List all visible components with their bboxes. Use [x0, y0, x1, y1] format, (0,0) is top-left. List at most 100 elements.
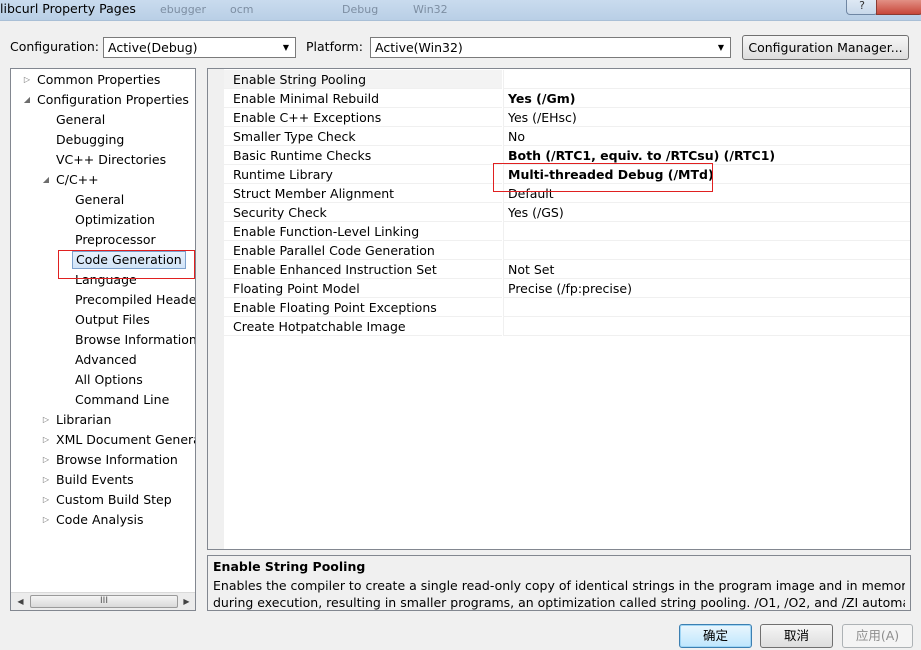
- tree-item-label: Output Files: [75, 312, 150, 327]
- property-value[interactable]: [503, 241, 910, 260]
- scroll-grip: III: [100, 596, 108, 606]
- close-button[interactable]: [876, 0, 921, 15]
- platform-label: Platform:: [306, 39, 363, 54]
- collapsed-arrow-icon[interactable]: ▷: [40, 430, 52, 450]
- scroll-thumb[interactable]: III: [30, 595, 178, 608]
- property-row[interactable]: Security Check Yes (/GS): [224, 203, 910, 222]
- property-grid[interactable]: Enable String Pooling Enable Minimal Rebu…: [207, 68, 911, 550]
- tree-item[interactable]: ◢ Configuration Properties: [11, 90, 195, 110]
- scroll-right-icon[interactable]: ▶: [178, 593, 195, 610]
- property-row[interactable]: Struct Member Alignment Default: [224, 184, 910, 203]
- background-tab: ebugger: [160, 3, 206, 16]
- tree-item[interactable]: Advanced: [11, 350, 195, 370]
- tree-item[interactable]: ▷ Code Analysis: [11, 510, 195, 530]
- property-value[interactable]: Yes (/GS): [503, 203, 910, 222]
- tree-item[interactable]: Precompiled Header: [11, 290, 195, 310]
- tree-item-label: Code Analysis: [56, 512, 144, 527]
- collapsed-arrow-icon[interactable]: ▷: [40, 510, 52, 530]
- property-row[interactable]: Enable Function-Level Linking: [224, 222, 910, 241]
- tree-item[interactable]: General: [11, 110, 195, 130]
- apply-button[interactable]: 应用(A): [842, 624, 913, 648]
- tree-item-label: XML Document Generator: [56, 432, 195, 447]
- property-row[interactable]: Runtime Library Multi-threaded Debug (/MT…: [224, 165, 910, 184]
- tree-item-label: Code Generation: [72, 251, 186, 269]
- dropdown-arrow-icon: ▼: [282, 43, 290, 52]
- tree-item[interactable]: VC++ Directories: [11, 150, 195, 170]
- property-value[interactable]: No: [503, 127, 910, 146]
- configuration-combo[interactable]: Active(Debug) ▼: [103, 37, 296, 58]
- expanded-arrow-icon[interactable]: ◢: [21, 90, 33, 110]
- tree-item-label: All Options: [75, 372, 143, 387]
- tree-item-label: Language: [75, 272, 137, 287]
- tree-item[interactable]: ▷ Librarian: [11, 410, 195, 430]
- tree-item-label: Configuration Properties: [37, 92, 189, 107]
- tree-item[interactable]: General: [11, 190, 195, 210]
- property-name: Enable C++ Exceptions: [224, 108, 502, 127]
- property-row[interactable]: Enable Floating Point Exceptions: [224, 298, 910, 317]
- tree-item-label: Command Line: [75, 392, 170, 407]
- property-row[interactable]: Enable Parallel Code Generation: [224, 241, 910, 260]
- property-row[interactable]: Basic Runtime Checks Both (/RTC1, equiv. …: [224, 146, 910, 165]
- tree-item[interactable]: Debugging: [11, 130, 195, 150]
- collapsed-arrow-icon[interactable]: ▷: [40, 410, 52, 430]
- help-button[interactable]: ?: [846, 0, 878, 15]
- property-name: Basic Runtime Checks: [224, 146, 502, 165]
- tree-item-label: Browse Information: [75, 332, 196, 347]
- tree-item-label: VC++ Directories: [56, 152, 167, 167]
- description-text: Enables the compiler to create a single …: [213, 577, 905, 610]
- tree-item[interactable]: Preprocessor: [11, 230, 195, 250]
- tree-item[interactable]: Optimization: [11, 210, 195, 230]
- tree-item[interactable]: ▷ Browse Information: [11, 450, 195, 470]
- property-name: Enable String Pooling: [224, 70, 502, 89]
- property-value[interactable]: Multi-threaded Debug (/MTd): [503, 165, 910, 184]
- tree-horizontal-scrollbar[interactable]: ◀ III ▶: [11, 592, 195, 610]
- property-value[interactable]: Not Set: [503, 260, 910, 279]
- property-value[interactable]: [503, 222, 910, 241]
- property-row[interactable]: Create Hotpatchable Image: [224, 317, 910, 336]
- property-name: Enable Function-Level Linking: [224, 222, 502, 241]
- tree-item[interactable]: ▷ Build Events: [11, 470, 195, 490]
- property-value[interactable]: Both (/RTC1, equiv. to /RTCsu) (/RTC1): [503, 146, 910, 165]
- property-name: Floating Point Model: [224, 279, 502, 298]
- property-value[interactable]: Yes (/Gm): [503, 89, 910, 108]
- property-value[interactable]: [503, 70, 910, 89]
- property-row[interactable]: Enable Enhanced Instruction Set Not Set: [224, 260, 910, 279]
- tree-item-label: Optimization: [75, 212, 155, 227]
- property-tree[interactable]: ▷ Common Properties ◢ Configuration Propert…: [10, 68, 196, 611]
- scroll-left-icon[interactable]: ◀: [12, 593, 29, 610]
- configuration-manager-button[interactable]: Configuration Manager...: [742, 35, 909, 60]
- collapsed-arrow-icon[interactable]: ▷: [21, 70, 33, 90]
- tree-item[interactable]: ▷ Custom Build Step: [11, 490, 195, 510]
- configuration-value: Active(Debug): [108, 40, 198, 55]
- tree-item[interactable]: Code Generation: [11, 250, 195, 270]
- tree-item[interactable]: Output Files: [11, 310, 195, 330]
- tree-item-label: Librarian: [56, 412, 112, 427]
- title-bar: libcurl Property Pages ebugger ocm Debug…: [0, 0, 921, 21]
- property-value[interactable]: [503, 317, 910, 336]
- property-row[interactable]: Floating Point Model Precise (/fp:precise…: [224, 279, 910, 298]
- property-value[interactable]: [503, 298, 910, 317]
- cancel-button[interactable]: 取消: [760, 624, 833, 648]
- window-title: libcurl Property Pages: [0, 1, 136, 16]
- property-value[interactable]: Default: [503, 184, 910, 203]
- collapsed-arrow-icon[interactable]: ▷: [40, 470, 52, 490]
- collapsed-arrow-icon[interactable]: ▷: [40, 490, 52, 510]
- property-row[interactable]: Enable String Pooling: [224, 70, 910, 89]
- tree-item[interactable]: Browse Information: [11, 330, 195, 350]
- tree-item[interactable]: ▷ XML Document Generator: [11, 430, 195, 450]
- property-row[interactable]: Enable C++ Exceptions Yes (/EHsc): [224, 108, 910, 127]
- platform-combo[interactable]: Active(Win32) ▼: [370, 37, 731, 58]
- property-row[interactable]: Enable Minimal Rebuild Yes (/Gm): [224, 89, 910, 108]
- property-value[interactable]: Yes (/EHsc): [503, 108, 910, 127]
- ok-button[interactable]: 确定: [679, 624, 752, 648]
- tree-item[interactable]: All Options: [11, 370, 195, 390]
- collapsed-arrow-icon[interactable]: ▷: [40, 450, 52, 470]
- tree-item[interactable]: ◢ C/C++: [11, 170, 195, 190]
- tree-item[interactable]: ▷ Common Properties: [11, 70, 195, 90]
- property-value[interactable]: Precise (/fp:precise): [503, 279, 910, 298]
- property-row[interactable]: Smaller Type Check No: [224, 127, 910, 146]
- tree-item[interactable]: Language: [11, 270, 195, 290]
- tree-item[interactable]: Command Line: [11, 390, 195, 410]
- expanded-arrow-icon[interactable]: ◢: [40, 170, 52, 190]
- property-name: Enable Enhanced Instruction Set: [224, 260, 502, 279]
